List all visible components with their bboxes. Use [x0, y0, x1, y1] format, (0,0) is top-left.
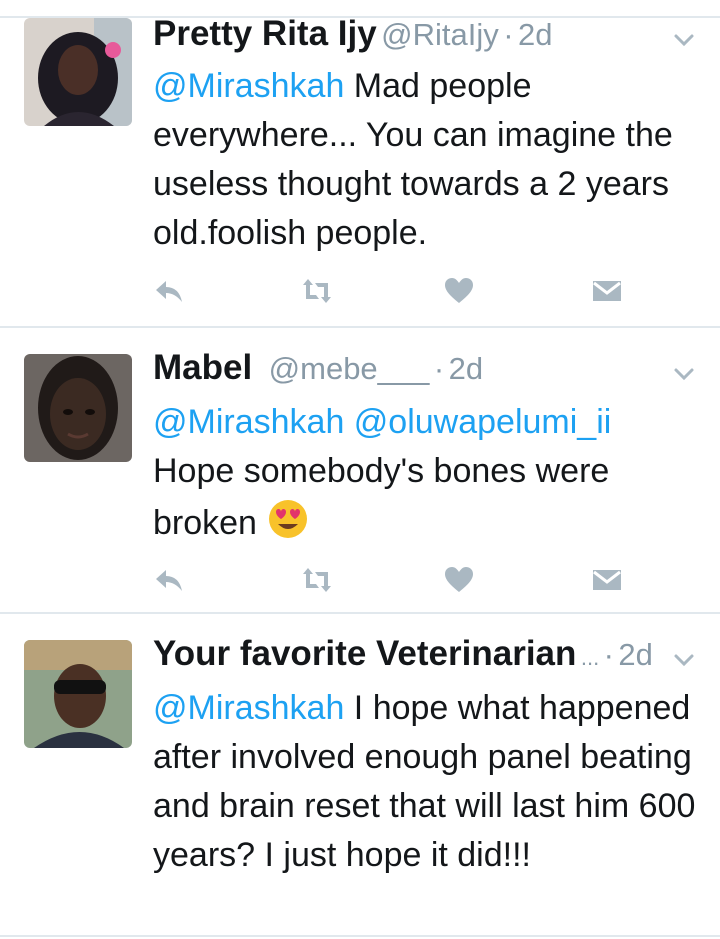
author-handle[interactable]: ...	[581, 645, 599, 670]
mention-link[interactable]: @Mirashkah	[153, 689, 344, 727]
tweet-header: Mabel @mebe___ · 2d	[153, 348, 660, 388]
author-name[interactable]: Your favorite Veterinarian	[153, 634, 576, 673]
action-bar	[153, 275, 633, 309]
action-bar	[153, 564, 633, 598]
like-icon	[445, 567, 473, 592]
reply-icon	[156, 281, 182, 302]
tweet-header: Pretty Rita Ijy @RitaIjy · 2d	[153, 14, 660, 54]
direct-message-icon	[593, 281, 621, 301]
tweet-header: Your favorite Veterinarian ... · 2d	[153, 634, 660, 674]
retweet-button[interactable]	[301, 564, 333, 596]
reply-button[interactable]	[153, 275, 185, 307]
direct-message-button[interactable]	[591, 275, 623, 307]
author-handle[interactable]: @mebe___	[269, 351, 430, 386]
chevron-down-icon[interactable]	[672, 28, 696, 52]
chevron-down-icon[interactable]	[672, 362, 696, 386]
tweet-card[interactable]: Your favorite Veterinarian ... · 2d @Mir…	[0, 614, 720, 937]
direct-message-button[interactable]	[591, 564, 623, 596]
like-icon	[445, 278, 473, 303]
reply-icon	[156, 570, 182, 591]
author-name[interactable]: Pretty Rita Ijy	[153, 14, 377, 53]
author-handle[interactable]: @RitaIjy	[381, 17, 499, 52]
separator-dot: ·	[433, 351, 445, 386]
like-button[interactable]	[443, 275, 475, 307]
tweet-text: @Mirashkah @oluwapelumi_ii Hope somebody…	[153, 398, 702, 548]
reply-button[interactable]	[153, 564, 185, 596]
timestamp[interactable]: 2d	[449, 351, 483, 386]
avatar[interactable]	[24, 640, 132, 748]
tweet-card[interactable]: Pretty Rita Ijy @RitaIjy · 2d @Mirashkah…	[0, 0, 720, 328]
author-name[interactable]: Mabel	[153, 348, 252, 387]
avatar[interactable]	[24, 18, 132, 126]
direct-message-icon	[593, 570, 621, 590]
chevron-down-icon[interactable]	[672, 648, 696, 672]
heart-eyes-emoji	[269, 500, 308, 538]
retweet-button[interactable]	[301, 275, 333, 307]
retweet-icon	[303, 279, 331, 303]
tweet-body: Hope somebody's bones were broken	[153, 452, 610, 542]
timestamp[interactable]: 2d	[618, 637, 652, 672]
separator-dot: ·	[603, 637, 614, 672]
retweet-icon	[303, 568, 331, 592]
mention-link[interactable]: @Mirashkah @oluwapelumi_ii	[153, 403, 611, 441]
avatar[interactable]	[24, 354, 132, 462]
separator-dot: ·	[503, 17, 514, 52]
mention-link[interactable]: @Mirashkah	[153, 67, 344, 105]
timestamp[interactable]: 2d	[518, 17, 552, 52]
tweet-text: @Mirashkah Mad people everywhere... You …	[153, 62, 702, 258]
like-button[interactable]	[443, 564, 475, 596]
tweet-text: @Mirashkah I hope what happened after in…	[153, 684, 702, 880]
tweet-card[interactable]: Mabel @mebe___ · 2d @Mirashkah @oluwapel…	[0, 328, 720, 614]
